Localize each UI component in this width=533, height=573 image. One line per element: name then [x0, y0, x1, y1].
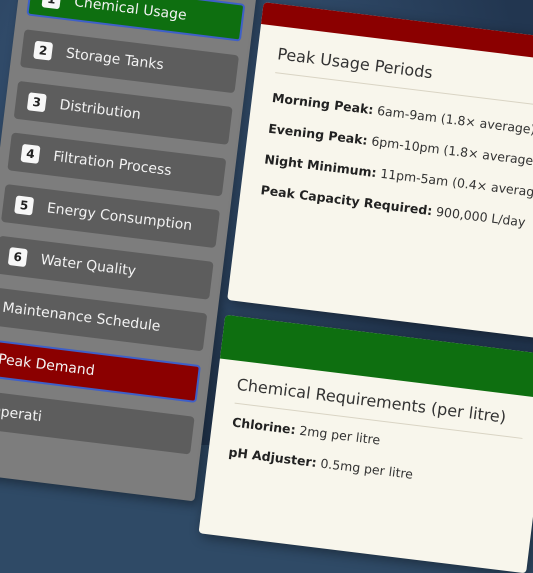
sidebar-item-energy-consumption[interactable]: 5 Energy Consumption — [0, 184, 221, 249]
sidebar-item-distribution[interactable]: 3 Distribution — [13, 80, 233, 145]
step-number: 3 — [26, 92, 47, 113]
row-label: Peak Capacity Required: — [259, 182, 434, 219]
peak-usage-card: Peak Usage Periods Morning Peak: 6am-9am… — [227, 2, 533, 341]
sidebar-item-label: Energy Consumption — [45, 200, 194, 235]
row-value: 11pm-5am (0.4× average) — [375, 165, 533, 202]
step-number: 6 — [7, 247, 28, 268]
row-value: 2mg per litre — [294, 422, 382, 448]
sidebar-item-label: Storage Tanks — [65, 45, 165, 74]
row-label: pH Adjuster: — [227, 444, 318, 470]
row-value: 6am-9am (1.8× average) — [372, 102, 533, 138]
step-number: 1 — [41, 0, 62, 10]
row-label: Evening Peak: — [267, 120, 369, 148]
sidebar-item-label: Water Quality — [39, 251, 137, 280]
sidebar-item-label: Maintenance Schedule — [1, 299, 162, 335]
background: pacity 1 Chemical Usage 2 Storage Tanks … — [0, 0, 533, 573]
sidebar-item-label: Chemical Usage — [73, 0, 188, 24]
sidebar-item-maintenance-schedule[interactable]: Maintenance Schedule — [0, 287, 208, 352]
row-label: Night Minimum: — [263, 151, 378, 181]
row-value: 0.5mg per litre — [315, 455, 414, 482]
step-number: 4 — [20, 143, 41, 164]
row-value: 900,000 L/day — [431, 203, 527, 230]
sidebar-item-filtration-process[interactable]: 4 Filtration Process — [7, 132, 227, 197]
sidebar-item-water-quality[interactable]: 6 Water Quality — [0, 235, 214, 300]
row-label: Morning Peak: — [271, 89, 375, 118]
sidebar-item-label: Distribution — [58, 97, 142, 123]
sidebar-item-peak-demand[interactable]: Peak Demand — [0, 338, 201, 403]
sidebar-item-label: Peak Demand — [0, 351, 96, 380]
chemical-requirements-card: Chemical Requirements (per litre) Chlori… — [198, 314, 533, 573]
card-title: Peak Usage Periods — [276, 44, 434, 83]
sidebar-item-label: Operati — [0, 402, 43, 426]
chlorine-row: Chlorine: 2mg per litre — [231, 415, 381, 448]
step-number: 5 — [14, 195, 35, 216]
sidebar-item-label: Filtration Process — [52, 148, 173, 180]
ph-adjuster-row: pH Adjuster: 0.5mg per litre — [228, 444, 414, 482]
row-label: Chlorine: — [231, 414, 297, 438]
step-number: 2 — [33, 40, 54, 61]
sidebar-item-storage-tanks[interactable]: 2 Storage Tanks — [19, 29, 240, 94]
row-value: 6pm-10pm (1.8× average) — [366, 132, 533, 169]
